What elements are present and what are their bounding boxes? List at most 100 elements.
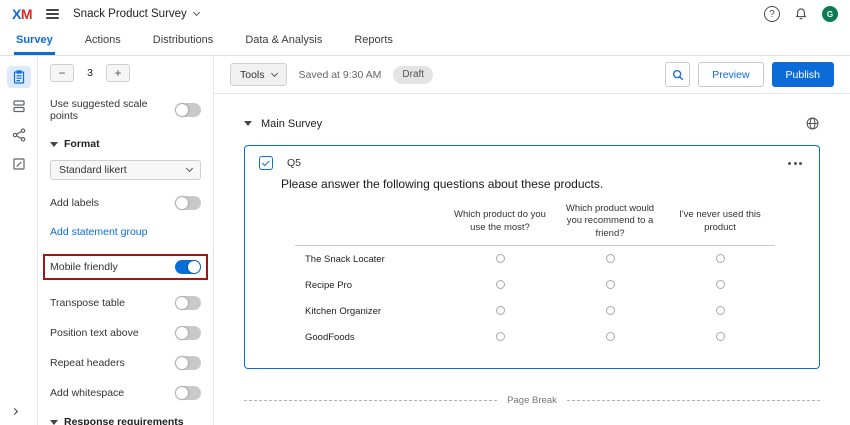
notifications-bell-icon[interactable] xyxy=(794,7,808,21)
preview-button[interactable]: Preview xyxy=(698,62,763,87)
repeat-headers-toggle[interactable] xyxy=(175,356,201,370)
tab-distributions[interactable]: Distributions xyxy=(151,28,216,55)
collapse-triangle-icon xyxy=(50,142,58,147)
left-icon-rail xyxy=(0,56,38,425)
tab-reports[interactable]: Reports xyxy=(352,28,395,55)
content-area: − 3 + Use suggested scale points Format … xyxy=(0,56,850,425)
tools-button[interactable]: Tools xyxy=(230,63,287,86)
radio-option[interactable] xyxy=(716,332,725,341)
main-nav: Survey Actions Distributions Data & Anal… xyxy=(0,28,850,56)
matrix-column-header: Which product do you use the most? xyxy=(445,201,555,246)
survey-flow-icon[interactable] xyxy=(7,124,31,146)
toolbar-actions: Preview Publish xyxy=(665,62,834,87)
blocks-icon[interactable] xyxy=(7,95,31,117)
saved-status: Saved at 9:30 AM xyxy=(299,69,382,81)
scale-points-stepper: − 3 + xyxy=(50,64,201,82)
suggested-scale-points-label: Use suggested scale points xyxy=(50,98,175,122)
matrix-row: GoodFoods xyxy=(295,324,775,350)
add-whitespace-toggle[interactable] xyxy=(175,386,201,400)
format-dropdown[interactable]: Standard likert xyxy=(50,160,201,180)
search-button[interactable] xyxy=(665,62,690,87)
question-card-q5[interactable]: Q5 Please answer the following questions… xyxy=(244,145,820,369)
help-icon[interactable]: ? xyxy=(764,6,780,22)
add-statement-group-link[interactable]: Add statement group xyxy=(50,226,201,238)
chevron-down-icon xyxy=(193,9,200,16)
translations-globe-icon[interactable] xyxy=(805,116,820,131)
format-section-header[interactable]: Format xyxy=(50,138,201,150)
suggested-scale-points-row: Use suggested scale points xyxy=(50,98,201,122)
scale-points-value: 3 xyxy=(74,67,106,79)
matrix-row-label: Recipe Pro xyxy=(295,272,445,298)
mobile-friendly-toggle[interactable] xyxy=(175,260,201,274)
response-requirements-header[interactable]: Response requirements xyxy=(50,416,201,425)
page-break[interactable]: Page Break xyxy=(244,395,820,406)
radio-option[interactable] xyxy=(496,306,505,315)
more-options-icon[interactable] xyxy=(785,159,805,168)
matrix-row: Kitchen Organizer xyxy=(295,298,775,324)
radio-option[interactable] xyxy=(606,306,615,315)
suggested-scale-points-toggle[interactable] xyxy=(175,103,201,117)
chevron-down-icon xyxy=(270,69,277,76)
topbar-actions: ? G xyxy=(764,6,838,22)
page-break-label: Page Break xyxy=(507,395,557,406)
increment-button[interactable]: + xyxy=(106,64,130,82)
add-whitespace-row: Add whitespace xyxy=(50,386,201,400)
draft-badge: Draft xyxy=(393,66,433,84)
survey-name-dropdown[interactable]: Snack Product Survey xyxy=(73,8,199,20)
position-text-above-toggle[interactable] xyxy=(175,326,201,340)
radio-option[interactable] xyxy=(496,254,505,263)
top-bar: XM Snack Product Survey ? G xyxy=(0,0,850,28)
editor-toolbar: Tools Saved at 9:30 AM Draft Preview Pub… xyxy=(214,56,850,94)
radio-option[interactable] xyxy=(496,280,505,289)
format-dropdown-value: Standard likert xyxy=(59,164,127,176)
question-checkbox[interactable] xyxy=(259,156,273,170)
matrix-corner xyxy=(295,201,445,246)
annotation-highlight-box: Mobile friendly xyxy=(43,254,208,280)
tab-actions[interactable]: Actions xyxy=(83,28,123,55)
decrement-button[interactable]: − xyxy=(50,64,74,82)
collapse-triangle-icon[interactable] xyxy=(244,121,252,126)
expand-panel-chevron[interactable] xyxy=(12,401,17,419)
transpose-table-toggle[interactable] xyxy=(175,296,201,310)
check-icon xyxy=(261,158,269,166)
tab-survey[interactable]: Survey xyxy=(14,28,55,55)
repeat-headers-label: Repeat headers xyxy=(50,357,125,369)
matrix-table: Which product do you use the most? Which… xyxy=(295,201,775,350)
matrix-row-label: GoodFoods xyxy=(295,324,445,350)
publish-button[interactable]: Publish xyxy=(772,62,834,87)
page-break-line xyxy=(567,400,820,401)
radio-option[interactable] xyxy=(606,280,615,289)
survey-editor: Tools Saved at 9:30 AM Draft Preview Pub… xyxy=(214,56,850,425)
user-avatar[interactable]: G xyxy=(822,6,838,22)
repeat-headers-row: Repeat headers xyxy=(50,356,201,370)
xm-logo: XM xyxy=(12,6,32,22)
add-labels-label: Add labels xyxy=(50,197,99,209)
matrix-row: Recipe Pro xyxy=(295,272,775,298)
question-settings-panel: − 3 + Use suggested scale points Format … xyxy=(38,56,214,425)
transpose-table-label: Transpose table xyxy=(50,297,125,309)
matrix-row: The Snack Locater xyxy=(295,246,775,273)
tab-data-analysis[interactable]: Data & Analysis xyxy=(243,28,324,55)
search-icon xyxy=(671,68,685,82)
chevron-down-icon xyxy=(186,165,193,172)
block-title: Main Survey xyxy=(261,118,322,130)
question-text[interactable]: Please answer the following questions ab… xyxy=(281,177,805,191)
survey-builder-icon[interactable] xyxy=(7,66,31,88)
hamburger-menu-icon[interactable] xyxy=(44,7,61,21)
radio-option[interactable] xyxy=(496,332,505,341)
radio-option[interactable] xyxy=(716,280,725,289)
q5-header: Q5 xyxy=(259,156,805,170)
page-break-line xyxy=(244,400,497,401)
collapse-triangle-icon xyxy=(50,420,58,425)
radio-option[interactable] xyxy=(606,332,615,341)
radio-option[interactable] xyxy=(606,254,615,263)
matrix-header-row: Which product do you use the most? Which… xyxy=(295,201,775,246)
radio-option[interactable] xyxy=(716,254,725,263)
mobile-friendly-row: Mobile friendly xyxy=(50,260,201,274)
matrix-row-label: The Snack Locater xyxy=(295,246,445,273)
transpose-table-row: Transpose table xyxy=(50,296,201,310)
look-and-feel-icon[interactable] xyxy=(7,153,31,175)
add-labels-toggle[interactable] xyxy=(175,196,201,210)
block-header: Main Survey xyxy=(244,116,820,131)
radio-option[interactable] xyxy=(716,306,725,315)
